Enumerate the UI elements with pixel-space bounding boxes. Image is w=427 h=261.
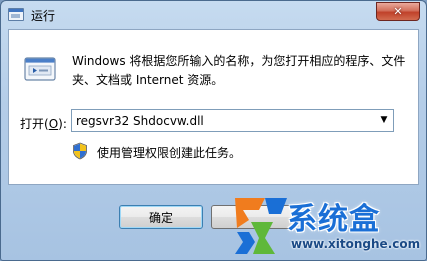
dialog-content: Windows 将根据您所输入的名称，为您打开相应的程序、文件夹、文档或 Int… xyxy=(8,29,419,185)
watermark-logo-icon xyxy=(235,198,287,254)
watermark-brand: 系统盒 xyxy=(287,202,380,237)
watermark-overlay: 系统盒 www.xitonghe.com xyxy=(229,192,425,258)
window-title: 运行 xyxy=(31,9,56,23)
watermark-url: www.xitonghe.com xyxy=(291,237,421,251)
command-input[interactable] xyxy=(72,110,372,131)
open-label-accesskey: O xyxy=(48,117,59,131)
run-dialog: 运行 ✕ Windows 将根据您所输入的名称，为您打开相应的程序、文件夹、文档… xyxy=(0,0,427,261)
open-label-prefix: 打开( xyxy=(20,117,49,131)
close-button[interactable]: ✕ xyxy=(376,2,420,21)
open-label-suffix: ): xyxy=(58,117,67,131)
title-bar[interactable]: 运行 ✕ xyxy=(1,1,426,29)
uac-shield-icon xyxy=(73,142,87,160)
chevron-down-icon[interactable]: ▼ xyxy=(375,110,393,131)
run-icon xyxy=(24,57,56,81)
run-app-icon xyxy=(8,8,24,21)
open-label: 打开(O): xyxy=(20,115,67,132)
ok-button[interactable]: 确定 xyxy=(119,205,203,229)
close-icon: ✕ xyxy=(393,5,403,18)
admin-privilege-note: 使用管理权限创建此任务。 xyxy=(97,146,242,160)
command-combobox[interactable]: ▼ xyxy=(71,109,394,132)
run-description: Windows 将根据您所输入的名称，为您打开相应的程序、文件夹、文档或 Int… xyxy=(72,54,406,87)
